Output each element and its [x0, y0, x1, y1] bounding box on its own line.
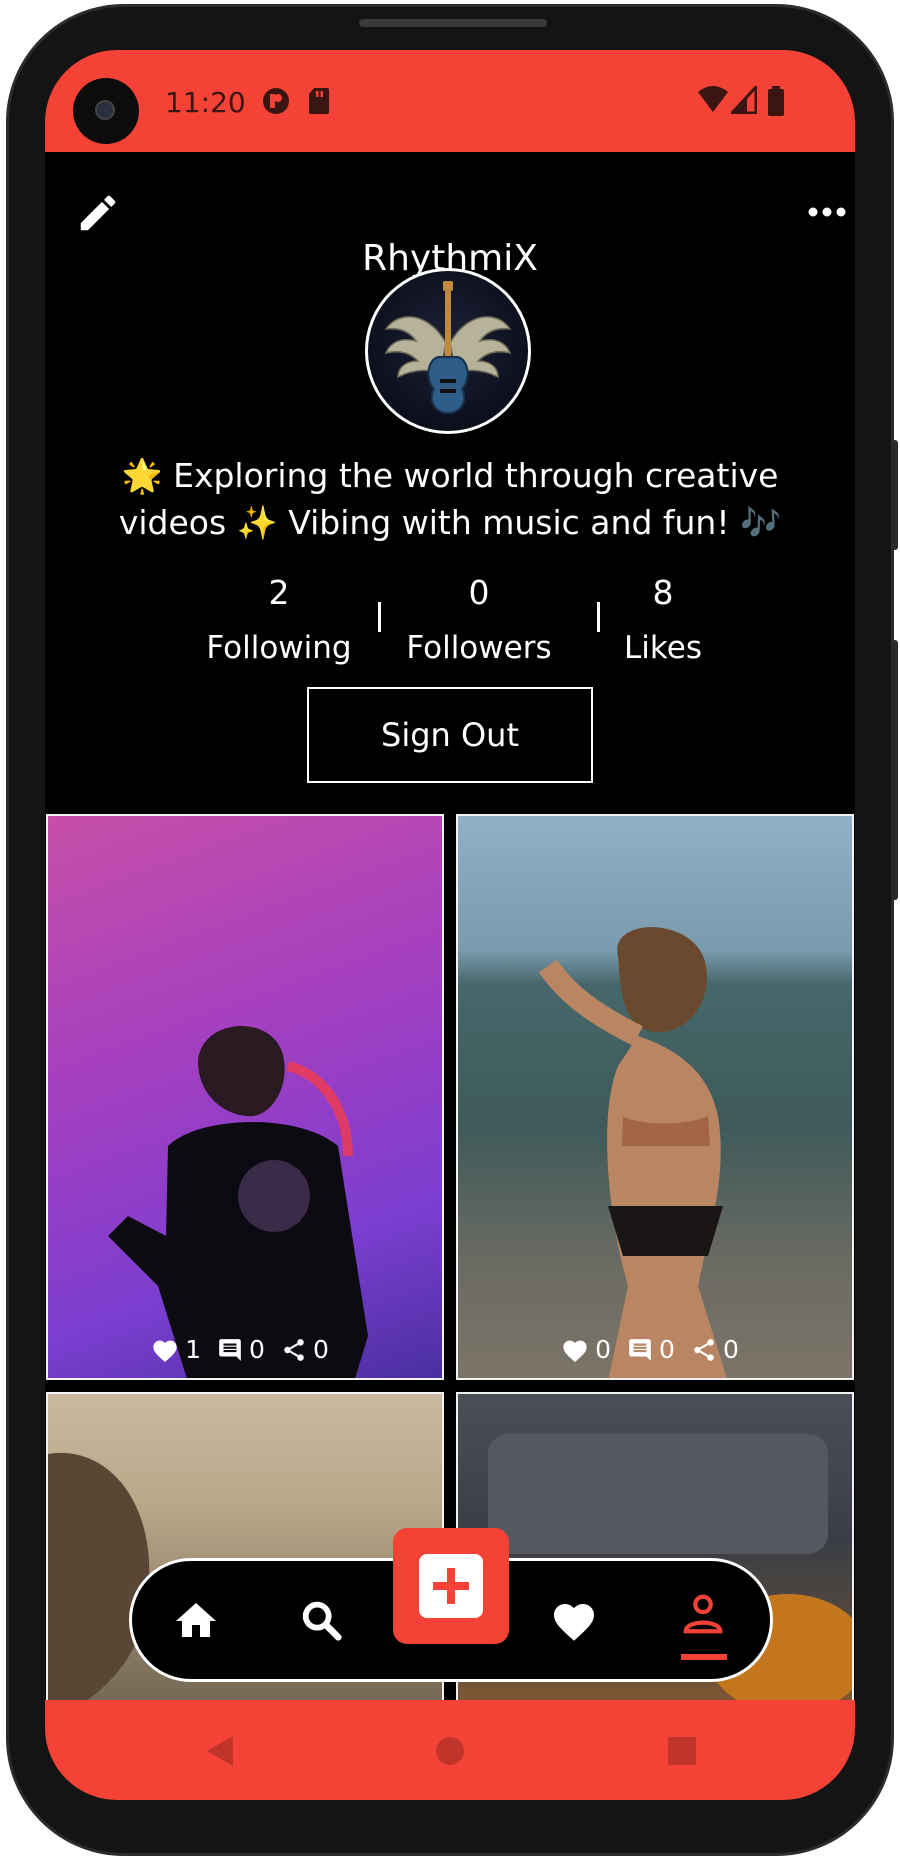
comment-count: 0 [659, 1335, 675, 1364]
stat-divider [378, 602, 381, 632]
screen: 11:20 RhythmiX 🌟 Exploring the world thr… [45, 50, 855, 1800]
heart-icon [563, 1340, 587, 1362]
front-camera [73, 78, 139, 144]
like-count: 0 [595, 1335, 612, 1364]
recents-icon[interactable] [667, 1736, 697, 1766]
share-count: 0 [722, 1335, 739, 1364]
add-video-button[interactable] [393, 1528, 509, 1644]
stat-followers-count: 0 [468, 573, 490, 612]
heart-icon [153, 1340, 177, 1362]
video-stats: 1 0 0 [48, 1335, 442, 1364]
sign-out-button[interactable]: Sign Out [307, 687, 593, 783]
edit-icon[interactable] [75, 190, 121, 236]
person-silhouette [538, 927, 727, 1378]
share-count: 0 [312, 1335, 329, 1364]
earpiece-speaker [359, 19, 547, 27]
stat-followers[interactable]: 0 Followers [395, 570, 563, 668]
home-icon[interactable] [172, 1597, 220, 1645]
profile-bio: 🌟 Exploring the world through creative v… [118, 456, 782, 542]
system-navigation-bar [45, 1700, 855, 1800]
like-count: 1 [185, 1335, 202, 1364]
profile-avatar[interactable] [365, 268, 531, 434]
comment-icon [629, 1338, 651, 1361]
stat-likes-count: 8 [652, 573, 674, 612]
app-notification-icon [263, 88, 289, 114]
stat-followers-label: Followers [406, 630, 552, 666]
more-options-icon[interactable] [807, 204, 847, 220]
profile-icon[interactable] [680, 1591, 726, 1637]
video-thumbnail[interactable]: 0 0 0 [456, 814, 854, 1380]
wifi-icon [698, 86, 728, 112]
home-circle-icon[interactable] [435, 1736, 465, 1766]
power-button [892, 440, 898, 550]
share-icon [284, 1338, 304, 1361]
stat-divider [597, 602, 600, 632]
heart-icon[interactable] [550, 1597, 598, 1643]
stat-following-count: 2 [268, 573, 290, 612]
comment-icon [219, 1338, 241, 1361]
status-bar: 11:20 [45, 50, 855, 152]
volume-button [892, 640, 898, 900]
share-icon [694, 1338, 714, 1361]
status-time: 11:20 [165, 86, 246, 119]
back-icon[interactable] [205, 1734, 235, 1768]
add-icon [419, 1554, 483, 1618]
sd-card-icon [309, 88, 329, 114]
comment-count: 0 [249, 1335, 265, 1364]
person-silhouette [108, 1025, 368, 1378]
stat-likes-label: Likes [624, 630, 702, 666]
stat-following[interactable]: 2 Following [195, 570, 363, 668]
video-thumbnail[interactable]: 1 0 0 [46, 814, 444, 1380]
stat-following-label: Following [206, 630, 352, 666]
video-stats: 0 0 0 [458, 1335, 852, 1364]
battery-icon [768, 86, 784, 116]
active-tab-indicator [681, 1654, 727, 1660]
search-icon[interactable] [298, 1597, 344, 1643]
guitar-wings-logo-icon [384, 281, 512, 415]
signal-icon [731, 86, 757, 114]
stat-likes[interactable]: 8 Likes [603, 570, 723, 668]
